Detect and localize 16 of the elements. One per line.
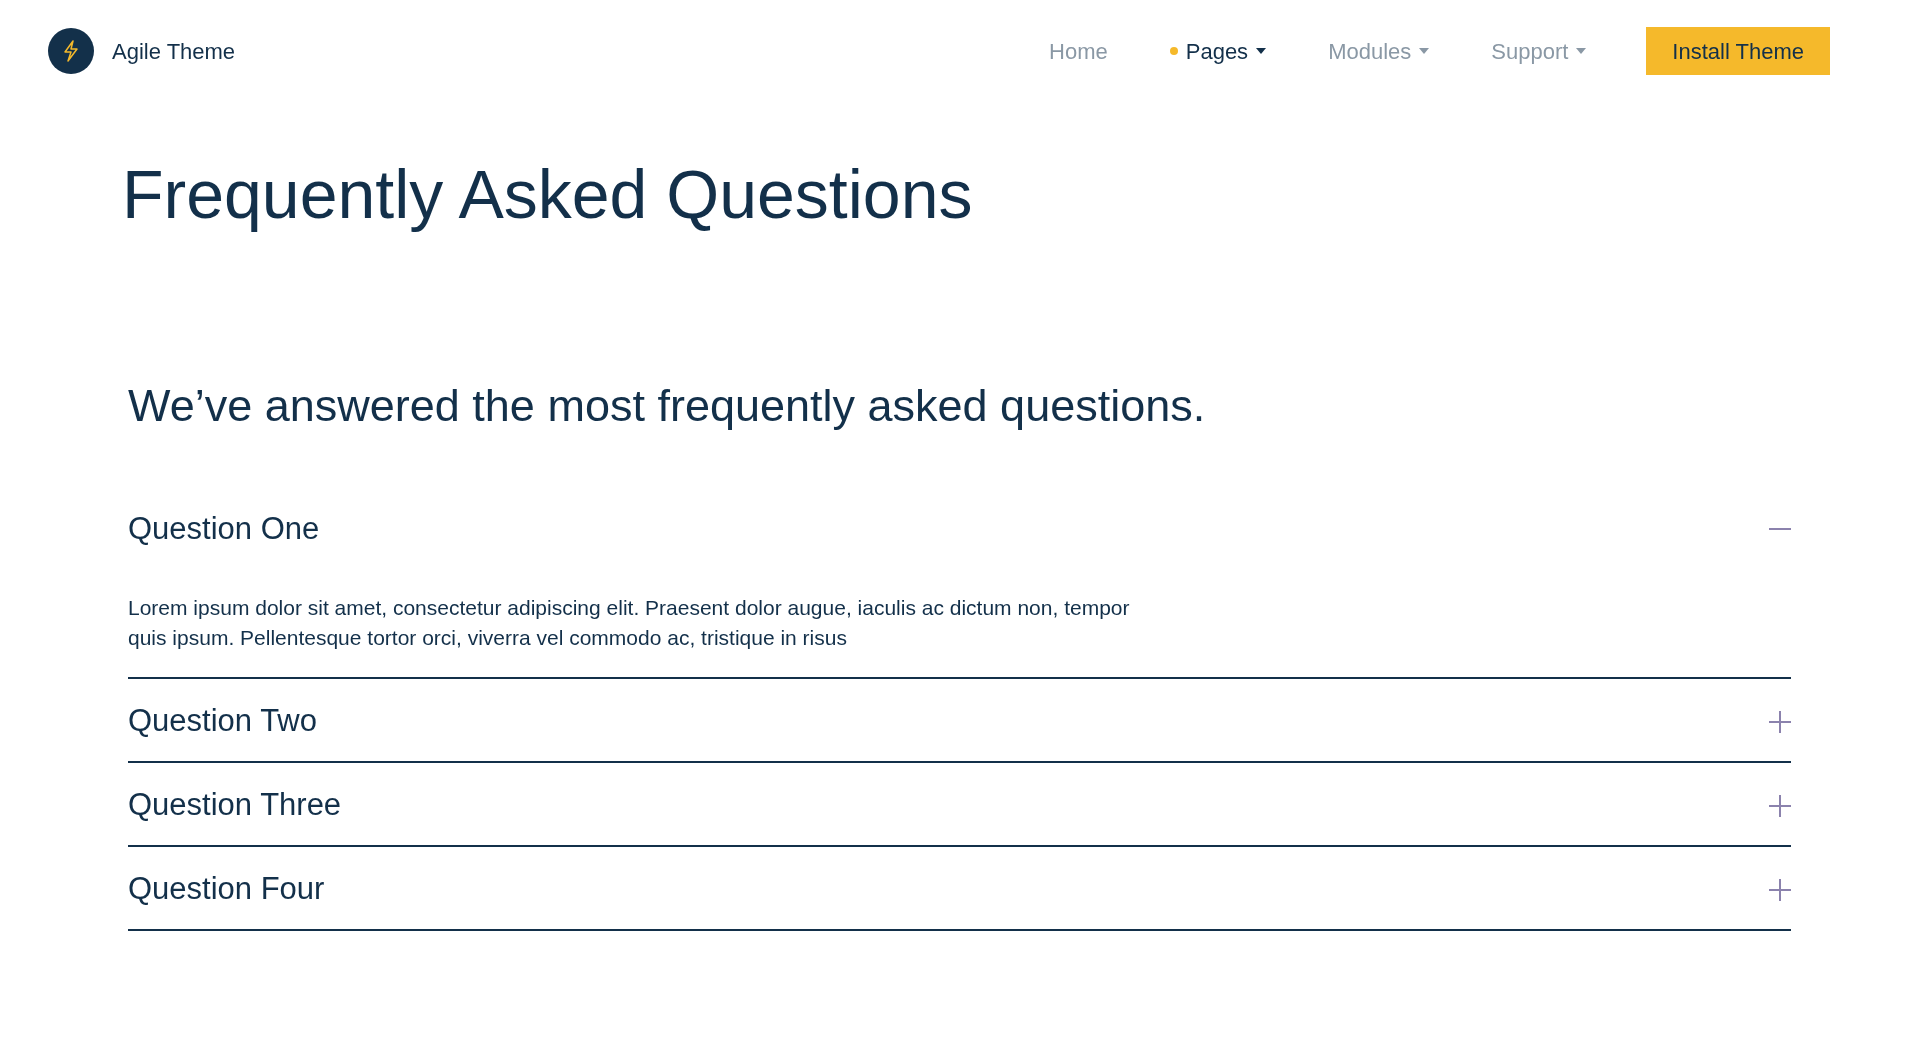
install-theme-button[interactable]: Install Theme [1646,27,1830,75]
caret-icon [1419,48,1430,54]
question-title[interactable]: Question Four [128,866,325,913]
plus-icon[interactable] [1769,794,1791,817]
caret-icon [1576,48,1587,54]
question-title[interactable]: Question One [128,506,320,553]
question-title[interactable]: Question Three [128,782,342,829]
section-heading: We’ve answered the most frequently asked questions. [128,383,1207,428]
plus-icon[interactable] [1769,878,1791,901]
lightning-logo-icon[interactable] [48,28,94,74]
question-title[interactable]: Question Two [128,698,317,745]
plus-icon[interactable] [1769,710,1791,733]
brand-name[interactable]: Agile Theme [112,34,236,68]
answer-text: Lorem ipsum dolor sit amet, consectetur adipiscing elit. Praesent dolor augue, iaculis ac dictum non, tempor quis ipsum. Pellentesque tortor orci, viverra vel commodo ac, tristique in risus [128,594,1131,651]
caret-icon [1256,48,1267,54]
nav-link[interactable]: Pages [1169,34,1267,68]
